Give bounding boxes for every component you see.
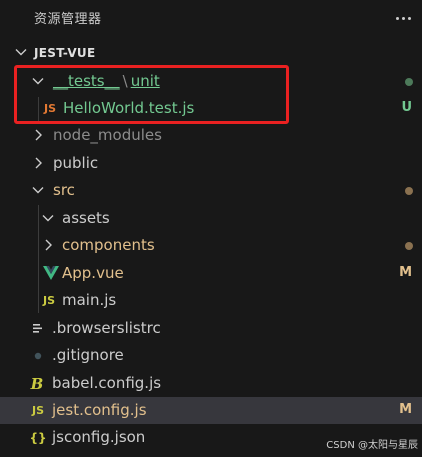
- tree-item-label: assets: [62, 209, 110, 227]
- explorer-title: 资源管理器: [34, 12, 102, 27]
- js-file-icon: JS: [31, 404, 44, 417]
- tree-item-label: .browserslistrc: [52, 319, 161, 337]
- status-dot: [405, 78, 413, 86]
- tree-item-main-js[interactable]: JS main.js: [0, 287, 422, 314]
- git-dot-icon: [34, 352, 42, 360]
- chevron-down-icon: [15, 49, 27, 56]
- status-dot: [405, 242, 413, 250]
- tree-item-app-vue[interactable]: App.vue M: [0, 260, 422, 287]
- explorer-header: 资源管理器: [0, 0, 422, 35]
- status-dot: [405, 187, 413, 195]
- chevron-right-icon: [35, 157, 42, 169]
- tree-item-label: babel.config.js: [52, 374, 162, 392]
- tree-item-label: node_modules: [53, 126, 162, 144]
- git-status-badge: M: [399, 402, 412, 417]
- tree-item-jest-config[interactable]: JS jest.config.js M: [0, 397, 422, 424]
- ellipsis-icon[interactable]: [394, 9, 412, 27]
- tree-item-label: src: [53, 181, 75, 199]
- tree-item-babel-config[interactable]: B babel.config.js: [0, 370, 422, 397]
- tree-item-src[interactable]: src: [0, 177, 422, 204]
- chevron-right-icon: [45, 239, 52, 251]
- tree-item-public[interactable]: public: [0, 150, 422, 177]
- tree-item-label: main.js: [62, 291, 117, 309]
- tree-item-node-modules[interactable]: node_modules: [0, 122, 422, 149]
- project-title: JEST-VUE: [34, 46, 96, 60]
- tree-item-label: public: [53, 154, 99, 172]
- watermark: CSDN @太阳与星辰: [326, 440, 418, 451]
- babel-icon: B: [30, 374, 44, 393]
- chevron-down-icon: [32, 187, 44, 194]
- tree-item-label: jsconfig.json: [52, 428, 146, 446]
- json-braces-icon: {}: [29, 430, 47, 445]
- tree-item-label: .gitignore: [52, 346, 124, 364]
- tree-item-label: jest.config.js: [52, 401, 147, 419]
- js-file-icon: JS: [42, 294, 55, 307]
- project-section-header[interactable]: JEST-VUE: [0, 41, 422, 65]
- annotation-highlight-box: [14, 65, 289, 124]
- tree-item-components[interactable]: components: [0, 232, 422, 259]
- tree-item-gitignore[interactable]: .gitignore: [0, 342, 422, 369]
- lines-icon: [33, 324, 42, 333]
- git-status-badge: M: [399, 265, 412, 280]
- vue-icon: [43, 266, 59, 280]
- chevron-right-icon: [35, 129, 42, 141]
- chevron-down-icon: [42, 215, 54, 222]
- tree-item-label: App.vue: [62, 264, 124, 282]
- tree-item-assets[interactable]: assets: [0, 205, 422, 232]
- git-status-badge: U: [401, 100, 412, 115]
- tree-item-label: components: [62, 236, 155, 254]
- tree-item-browserslistrc[interactable]: .browserslistrc: [0, 315, 422, 342]
